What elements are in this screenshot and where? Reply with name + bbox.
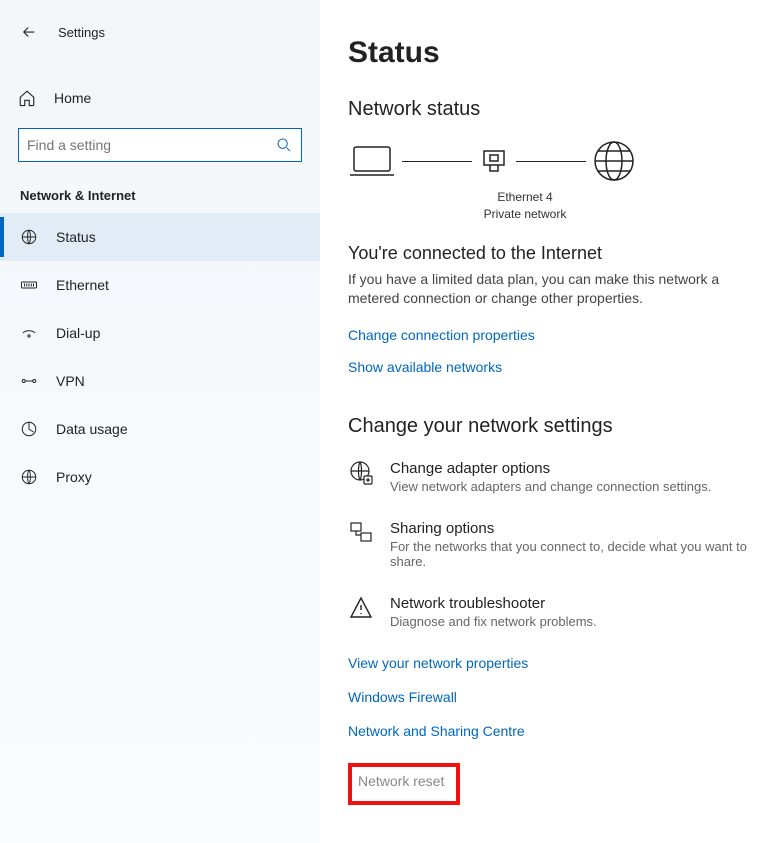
sidebar-section-title: Network & Internet <box>20 188 320 203</box>
link-change-connection-properties[interactable]: Change connection properties <box>348 327 784 343</box>
setting-title: Change adapter options <box>390 460 711 477</box>
link-windows-firewall[interactable]: Windows Firewall <box>348 689 784 705</box>
sidebar-item-proxy[interactable]: Proxy <box>0 453 320 501</box>
adapter-icon <box>348 460 374 494</box>
setting-sharing-options[interactable]: Sharing options For the networks that yo… <box>348 520 784 569</box>
network-diagram <box>348 139 784 183</box>
sidebar-item-vpn[interactable]: VPN <box>0 357 320 405</box>
sidebar-item-status[interactable]: Status <box>0 213 320 261</box>
network-type: Private network <box>470 206 580 223</box>
search-icon <box>276 137 292 153</box>
link-view-network-properties[interactable]: View your network properties <box>348 655 784 671</box>
router-icon <box>478 145 510 177</box>
setting-title: Sharing options <box>390 520 784 537</box>
search-input[interactable] <box>18 128 302 162</box>
setting-desc: Diagnose and fix network problems. <box>390 614 597 629</box>
data-usage-icon <box>20 420 38 438</box>
connected-desc: If you have a limited data plan, you can… <box>348 270 738 309</box>
back-button[interactable] <box>18 21 40 43</box>
home-nav[interactable]: Home <box>0 80 320 116</box>
network-status-heading: Network status <box>348 98 784 121</box>
sidebar-item-label: VPN <box>56 373 85 389</box>
setting-desc: View network adapters and change connect… <box>390 479 711 494</box>
page-title: Status <box>348 36 784 70</box>
home-icon <box>18 89 36 107</box>
troubleshoot-icon <box>348 595 374 629</box>
globe-large-icon <box>592 139 636 183</box>
globe-icon <box>20 228 38 246</box>
proxy-icon <box>20 468 38 486</box>
setting-adapter-options[interactable]: Change adapter options View network adap… <box>348 460 784 494</box>
sidebar-item-dialup[interactable]: Dial-up <box>0 309 320 357</box>
window-title: Settings <box>58 25 105 40</box>
sidebar-item-datausage[interactable]: Data usage <box>0 405 320 453</box>
sidebar-item-label: Dial-up <box>56 325 100 341</box>
sidebar-item-label: Data usage <box>56 421 128 437</box>
ethernet-icon <box>20 276 38 294</box>
setting-troubleshooter[interactable]: Network troubleshooter Diagnose and fix … <box>348 595 784 629</box>
connection-name: Ethernet 4 <box>470 189 580 206</box>
sidebar-item-label: Proxy <box>56 469 92 485</box>
sidebar-item-label: Ethernet <box>56 277 109 293</box>
sidebar-item-ethernet[interactable]: Ethernet <box>0 261 320 309</box>
connected-title: You're connected to the Internet <box>348 243 784 264</box>
link-show-available-networks[interactable]: Show available networks <box>348 359 784 375</box>
link-network-sharing-centre[interactable]: Network and Sharing Centre <box>348 723 784 739</box>
change-settings-heading: Change your network settings <box>348 415 784 438</box>
setting-title: Network troubleshooter <box>390 595 597 612</box>
sidebar-item-label: Status <box>56 229 96 245</box>
computer-icon <box>348 141 396 181</box>
link-network-reset[interactable]: Network reset <box>358 773 444 789</box>
dialup-icon <box>20 324 38 342</box>
highlight-network-reset: Network reset <box>348 763 460 805</box>
setting-desc: For the networks that you connect to, de… <box>390 539 784 569</box>
sharing-icon <box>348 520 374 569</box>
home-label: Home <box>54 90 91 106</box>
vpn-icon <box>20 372 38 390</box>
